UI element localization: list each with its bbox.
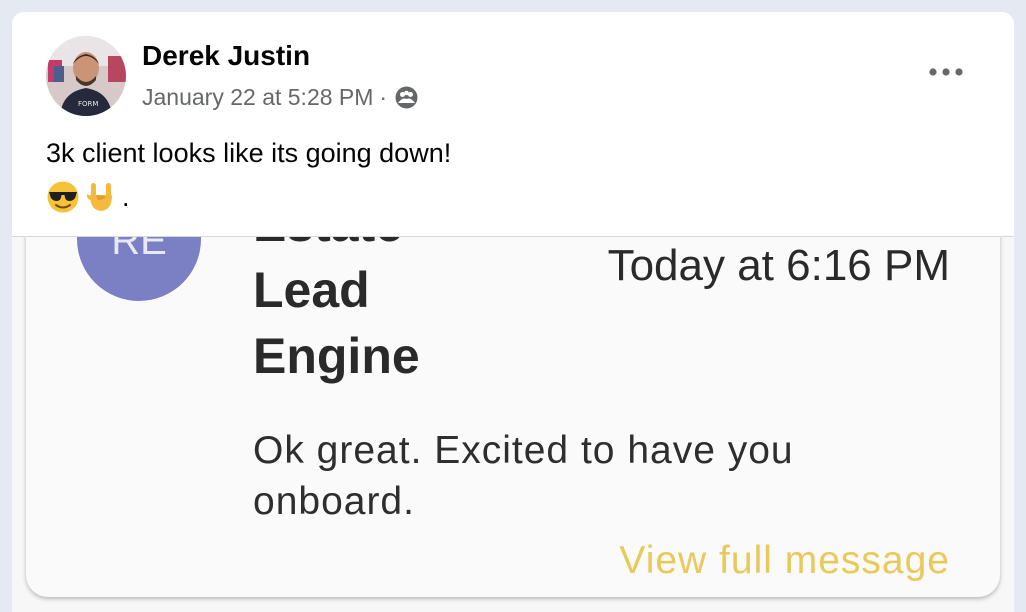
post-timestamp[interactable]: January 22 at 5:28 PM xyxy=(142,84,373,111)
sender-name: Estate Lead Engine xyxy=(253,237,513,389)
sender-name-line: Estate xyxy=(253,237,513,257)
attached-screenshot[interactable]: RE Estate Lead Engine Today at 6:16 PM O… xyxy=(12,236,1014,612)
sender-name-line: Engine xyxy=(253,328,420,384)
view-full-message-link: View full message xyxy=(619,539,950,582)
friends-icon[interactable] xyxy=(394,85,419,110)
sender-initials: RE xyxy=(111,236,167,263)
message-text: Ok great. Excited to have you onboard. xyxy=(253,429,794,523)
svg-text:FORM: FORM xyxy=(78,100,98,108)
caption-emoji-row: . xyxy=(46,180,130,214)
sign-of-the-horns-emoji xyxy=(84,180,118,214)
more-options-icon xyxy=(929,68,963,76)
author-avatar[interactable]: FORM xyxy=(46,36,126,116)
sender-avatar: RE xyxy=(77,236,201,301)
post-card: FORM Derek Justin January 22 at 5:28 PM … xyxy=(12,12,1014,612)
meta-separator: · xyxy=(379,84,388,110)
author-name[interactable]: Derek Justin xyxy=(142,40,310,72)
message-notification-card: RE Estate Lead Engine Today at 6:16 PM O… xyxy=(26,236,1000,597)
message-time: Today at 6:16 PM xyxy=(607,241,950,290)
smiling-face-with-sunglasses-emoji xyxy=(46,180,80,214)
post-caption: 3k client looks like its going down! xyxy=(46,138,452,168)
caption-trailing-text: . xyxy=(122,181,130,212)
sender-name-line: Lead xyxy=(253,262,370,318)
more-options-button[interactable] xyxy=(920,54,972,90)
post-meta: January 22 at 5:28 PM · xyxy=(142,84,419,111)
